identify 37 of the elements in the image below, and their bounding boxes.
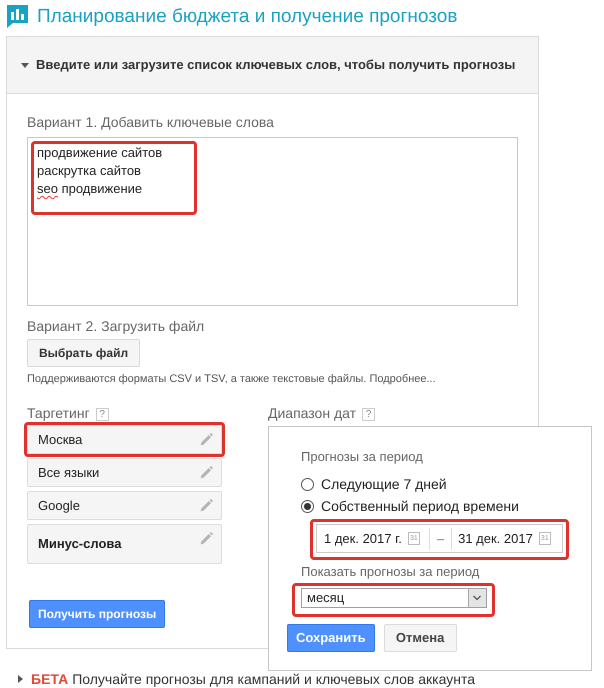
field-label: Показать прогнозы за период bbox=[301, 563, 480, 580]
help-button[interactable]: ? bbox=[96, 408, 109, 421]
section-title: Введите или загрузите список ключевых слов, чтобы получить прогнозы bbox=[36, 56, 516, 74]
choose-file-button[interactable]: Выбрать файл bbox=[27, 339, 140, 367]
radio-button[interactable] bbox=[301, 478, 314, 490]
cancel-button[interactable]: Отмена bbox=[384, 624, 457, 652]
file-format-hint: Поддерживаются форматы CSV и TSV, а также текстовые файлы. Подробнее... bbox=[27, 372, 437, 386]
end-date: 31 дек. 2017 bbox=[458, 530, 533, 548]
radio-label: Следующие 7 дней bbox=[321, 475, 447, 494]
collapsible-header[interactable]: Введите или загрузите список ключевых слов, чтобы получить прогнозы bbox=[7, 37, 538, 94]
start-date: 1 дек. 2017 г. bbox=[324, 530, 402, 548]
targeting-item[interactable]: Все языки bbox=[27, 458, 222, 487]
radio-label: Собственный период времени bbox=[321, 497, 519, 516]
caret-down-icon[interactable] bbox=[21, 62, 29, 68]
section-label: Таргетинг bbox=[27, 405, 90, 421]
bar-chart-icon bbox=[7, 5, 28, 28]
option-label: Вариант 1. Добавить ключевые слова bbox=[27, 114, 275, 131]
range-separator: – bbox=[436, 530, 446, 548]
help-button[interactable]: ? bbox=[362, 408, 376, 421]
section-label: Диапазон дат bbox=[268, 405, 356, 421]
beta-description[interactable]: Получайте прогнозы для кампаний и ключевых слов аккаунта bbox=[72, 671, 476, 687]
targeting-item[interactable]: Минус-слова bbox=[27, 524, 222, 564]
targeting-item[interactable]: Москва bbox=[27, 425, 222, 454]
option-label: Вариант 2. Загрузить файл bbox=[27, 318, 206, 335]
beta-label: БЕТА bbox=[31, 671, 68, 687]
radio-button[interactable] bbox=[301, 500, 314, 512]
keywords-field[interactable]: продвижение сайтов раскрутка сайтов seo продвижение bbox=[27, 137, 518, 306]
keyword-line: seo продвижение bbox=[37, 180, 144, 198]
targeting-item[interactable]: Google bbox=[27, 491, 222, 520]
more-link[interactable]: Подробнее... bbox=[369, 373, 436, 385]
keyword-line: раскрутка сайтов bbox=[37, 162, 142, 180]
keyword-line: продвижение сайтов bbox=[37, 144, 162, 162]
caret-right-icon[interactable] bbox=[18, 675, 23, 683]
period-select[interactable]: месяц bbox=[301, 588, 487, 608]
page-title: Планирование бюджета и получение прогнозов bbox=[37, 5, 458, 29]
chevron-down-icon[interactable] bbox=[468, 589, 486, 607]
popup-heading: Прогнозы за период bbox=[301, 448, 424, 465]
